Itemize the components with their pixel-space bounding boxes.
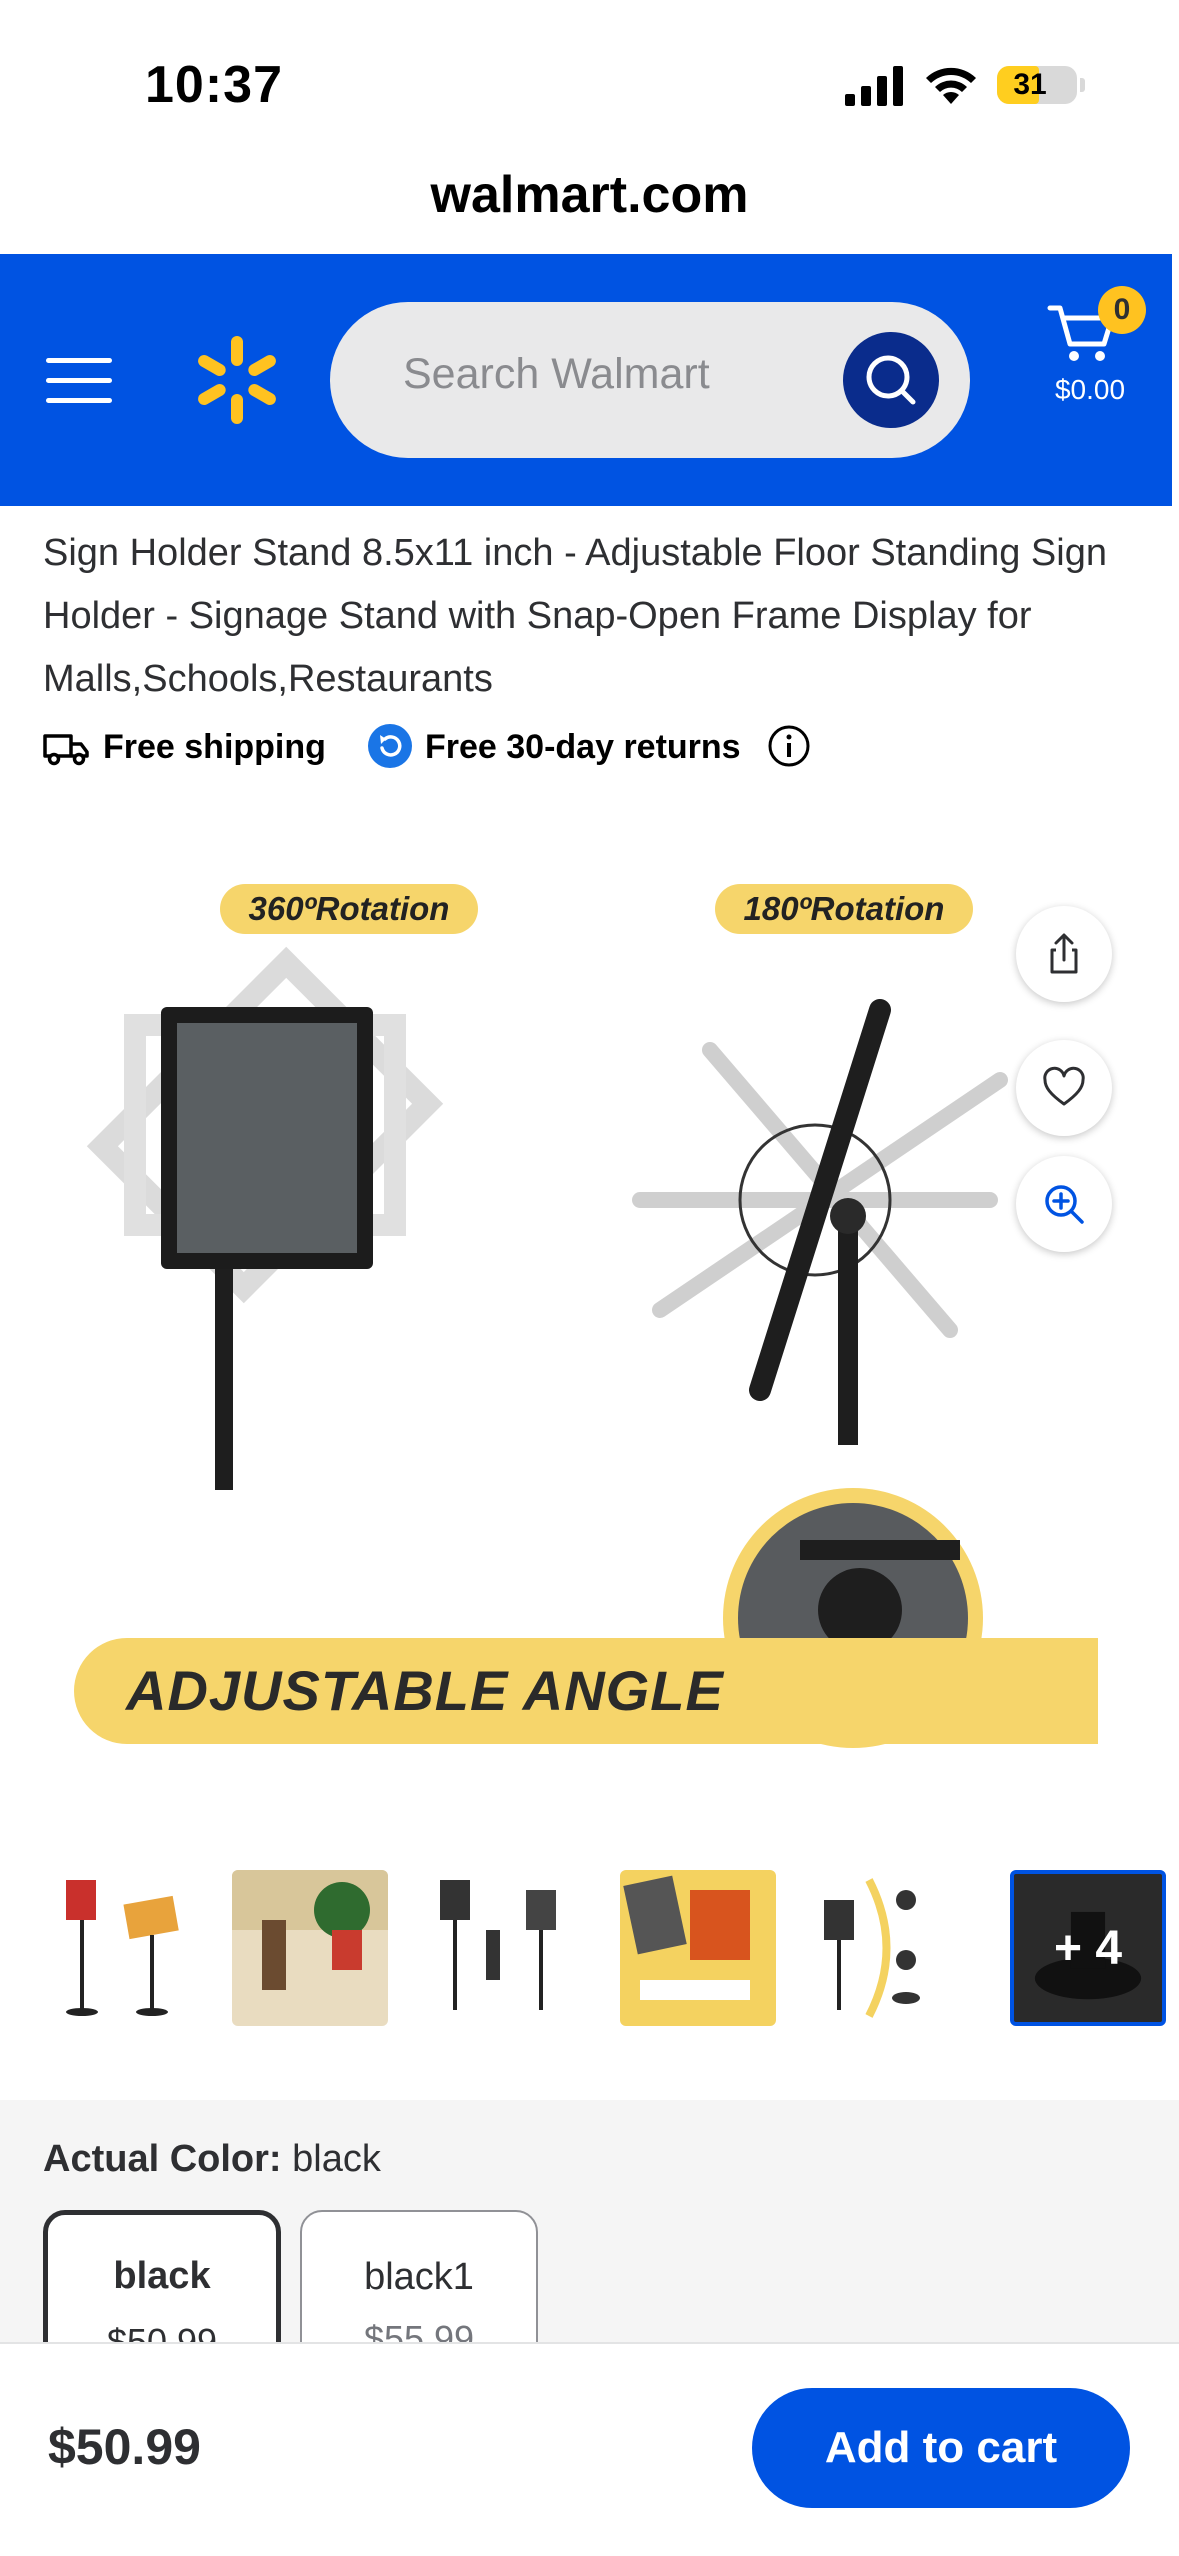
- product-image[interactable]: 360ºRotation 180ºRotation ADJUSTABLE ANG…: [60, 850, 1120, 1810]
- cellular-signal-icon: [845, 66, 903, 106]
- rotation-180-label: 180ºRotation: [715, 884, 973, 934]
- battery-level: 31: [1013, 68, 1047, 101]
- zoom-button[interactable]: [1016, 1156, 1112, 1252]
- heart-icon: [1043, 1066, 1085, 1106]
- info-icon[interactable]: [767, 724, 811, 768]
- favorite-button[interactable]: [1016, 1040, 1112, 1136]
- status-time: 10:37: [145, 56, 283, 114]
- adjustable-angle-text: ADJUSTABLE ANGLE: [126, 1659, 724, 1722]
- thumbnail-more[interactable]: + 4: [1010, 1870, 1166, 2026]
- variant-name: black1: [364, 2256, 474, 2298]
- cart-count-badge: 0: [1098, 286, 1146, 334]
- thumbnail-3[interactable]: [426, 1870, 582, 2026]
- thumbnail-2[interactable]: [232, 1870, 388, 2026]
- rotation-360-label: 360ºRotation: [220, 884, 478, 934]
- search-icon: [866, 355, 916, 405]
- color-label-value: black: [292, 2138, 381, 2180]
- thumbnail-1[interactable]: [46, 1870, 202, 2026]
- free-shipping-label: Free shipping: [103, 728, 326, 766]
- battery-icon: 31: [997, 66, 1077, 104]
- walmart-spark-logo[interactable]: [195, 336, 279, 424]
- status-bar: 10:37 31: [0, 0, 1179, 150]
- add-to-cart-button[interactable]: Add to cart: [752, 2388, 1130, 2508]
- zoom-in-icon: [1045, 1185, 1084, 1224]
- thumbnail-5[interactable]: [814, 1870, 970, 2026]
- thumbnail-4[interactable]: [620, 1870, 776, 2026]
- returns-icon: [368, 724, 412, 768]
- color-label: Actual Color: black: [43, 2138, 381, 2181]
- wifi-icon: [926, 67, 976, 104]
- search-placeholder: Search Walmart: [403, 350, 710, 398]
- product-title: Sign Holder Stand 8.5x11 inch - Adjustab…: [43, 532, 1107, 700]
- free-returns-label: Free 30-day returns: [425, 728, 741, 766]
- variant-name: black: [113, 2255, 211, 2297]
- search-button[interactable]: [843, 332, 939, 428]
- menu-icon[interactable]: [46, 358, 112, 404]
- truck-icon: [43, 734, 89, 766]
- url-bar[interactable]: walmart.com: [0, 165, 1179, 225]
- more-images-count: + 4: [1053, 1921, 1123, 1975]
- color-label-key: Actual Color:: [43, 2138, 282, 2180]
- cart-total: $0.00: [1054, 374, 1126, 405]
- footer-price: $50.99: [48, 2419, 201, 2475]
- benefits-row: Free shipping Free 30-day returns: [43, 724, 1153, 776]
- share-icon: [1050, 933, 1078, 974]
- thumbnail-strip: + 4: [46, 1870, 1166, 2030]
- share-button[interactable]: [1016, 906, 1112, 1002]
